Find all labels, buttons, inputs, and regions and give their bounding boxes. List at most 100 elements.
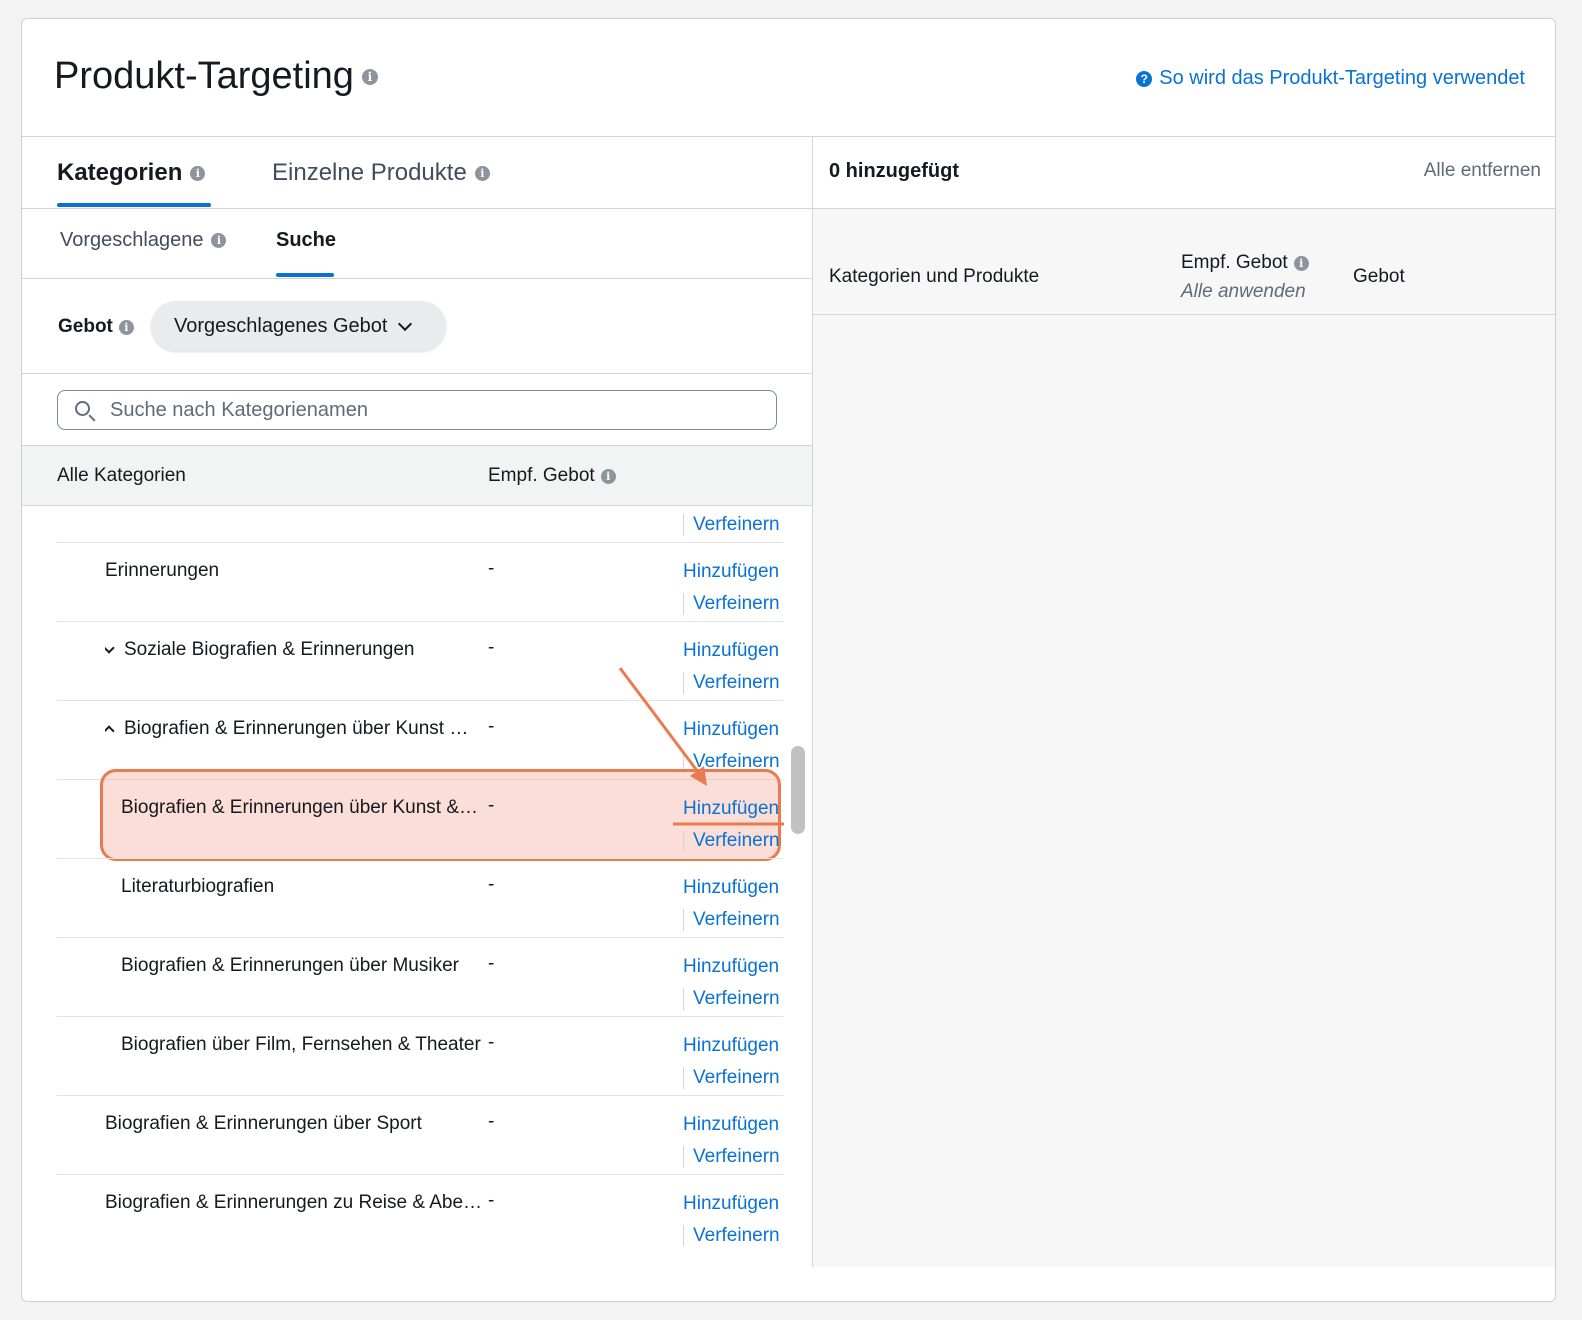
tab-individual-products[interactable]: Einzelne Produkte i [272,157,490,189]
category-name: Erinnerungen [105,560,220,581]
info-icon[interactable]: i [361,68,378,85]
add-link[interactable]: Hinzufügen [683,719,779,741]
category-list: Verfeinern Erinnerungen - Hinzufügen Ver… [22,506,812,1246]
main-tabs: Kategorien i Einzelne Produkte i [22,137,812,209]
category-bid: - [488,637,495,658]
column-suggested-bid: Empf. Gebot i [1181,252,1309,274]
help-link-text[interactable]: So wird das Produkt-Targeting verwendet [1159,67,1525,90]
chevron-down-icon[interactable] [105,641,115,654]
add-link[interactable]: Hinzufügen [683,640,779,662]
column-bid: Gebot [1353,266,1405,287]
add-link[interactable]: Hinzufügen [683,561,779,583]
table-row: Biografien & Erinnerungen zu Reise & Abe… [57,1175,783,1246]
table-row: Verfeinern [57,506,783,543]
tab-individual-products-label[interactable]: Einzelne Produkte [272,159,467,187]
info-icon[interactable]: i [600,468,616,484]
column-suggested-bid: Empf. Gebot i [488,465,616,487]
right-pane: 0 hinzugefügt Alle entfernen Kategorien … [813,137,1555,1267]
added-column-header: Kategorien und Produkte Empf. Gebot i Al… [813,209,1555,315]
add-link[interactable]: Hinzufügen [683,1035,779,1057]
subtab-active-indicator [276,273,334,277]
refine-link[interactable]: Verfeinern [683,830,780,852]
tab-categories[interactable]: Kategorien i [57,157,206,189]
info-icon[interactable]: i [190,165,206,181]
refine-link[interactable]: Verfeinern [683,1225,780,1246]
add-link[interactable]: Hinzufügen [683,877,779,899]
category-name: Literaturbiografien [121,876,275,897]
refine-link[interactable]: Verfeinern [683,1146,780,1168]
info-icon[interactable]: i [1293,255,1309,271]
product-targeting-panel: Produkt-Targeting i ? So wird das Produk… [21,18,1556,1302]
category-name[interactable]: Soziale Biografien & Erinnerungen [105,639,485,661]
add-link[interactable]: Hinzufügen [683,798,779,820]
refine-link[interactable]: Verfeinern [683,593,780,615]
category-bid: - [488,558,495,579]
table-row: Biografien & Erinnerungen über Sport - H… [57,1096,783,1175]
search-placeholder: Suche nach Kategorienamen [110,399,368,421]
table-row: Biografien & Erinnerungen über Musiker -… [57,938,783,1017]
add-link[interactable]: Hinzufügen [683,1114,779,1136]
page-title: Produkt-Targeting i [54,55,378,98]
left-pane: Kategorien i Einzelne Produkte i Vorgesc… [22,137,813,1267]
category-bid: - [488,1032,495,1053]
category-bid: - [488,716,495,737]
added-header: 0 hinzugefügt Alle entfernen [813,137,1555,209]
search-input[interactable]: Suche nach Kategorienamen [57,390,777,430]
refine-link[interactable]: Verfeinern [683,672,780,694]
tab-suggested[interactable]: Vorgeschlagene i [60,229,227,252]
info-icon[interactable]: i [118,319,134,335]
refine-link[interactable]: Verfeinern [683,909,780,931]
category-name-text: Soziale Biografien & Erinnerungen [124,639,415,660]
column-all-categories: Alle Kategorien [57,465,186,486]
chevron-up-icon[interactable] [105,725,115,737]
added-count: 0 hinzugefügt [829,160,959,182]
info-icon[interactable]: i [474,165,490,181]
remove-all-button[interactable]: Alle entfernen [1424,160,1541,182]
tab-search-label[interactable]: Suche [276,229,336,252]
page-title-text: Produkt-Targeting [54,55,354,97]
table-row: Erinnerungen - Hinzufügen Verfeinern [57,543,783,622]
bid-dropdown-value[interactable]: Vorgeschlagenes Gebot [174,315,388,338]
sub-tabs: Vorgeschlagene i Suche [22,209,812,279]
category-name: Biografien & Erinnerungen über Musiker [121,955,459,976]
search-row: Suche nach Kategorienamen [22,374,812,446]
table-row: Biografien & Erinnerungen über Kunst &… … [57,780,783,859]
bid-dropdown[interactable]: Vorgeschlagenes Gebot [151,301,446,351]
apply-all-link[interactable]: Alle anwenden [1181,281,1306,303]
category-name: Biografien & Erinnerungen zu Reise & Abe… [105,1192,483,1213]
table-row: Biografien über Film, Fernsehen & Theate… [57,1017,783,1096]
bid-row: Gebot i Vorgeschlagenes Gebot [22,279,812,374]
refine-link[interactable]: Verfeinern [683,988,780,1010]
tab-active-indicator [57,203,211,207]
category-bid: - [488,795,495,816]
category-name: Biografien über Film, Fernsehen & Theate… [121,1034,481,1055]
category-name[interactable]: Biografien & Erinnerungen über Kunst … [105,718,485,740]
info-icon[interactable]: i [211,233,227,248]
refine-link[interactable]: Verfeinern [683,514,780,536]
search-icon [75,401,90,416]
table-row: Soziale Biografien & Erinnerungen - Hinz… [57,622,783,701]
help-link[interactable]: ? So wird das Produkt-Targeting verwende… [1136,67,1525,90]
category-bid: - [488,953,495,974]
refine-link[interactable]: Verfeinern [683,1067,780,1089]
category-bid: - [488,874,495,895]
chevron-down-icon [397,316,412,331]
column-suggested-bid-label: Empf. Gebot [1181,252,1288,273]
add-link[interactable]: Hinzufügen [683,1193,779,1215]
add-link[interactable]: Hinzufügen [683,956,779,978]
column-categories-products: Kategorien und Produkte [829,266,1040,287]
column-suggested-bid-label: Empf. Gebot [488,465,595,486]
category-bid: - [488,1111,495,1132]
bid-label: Gebot i [58,316,134,338]
category-name-text: Biografien & Erinnerungen über Kunst … [124,718,469,739]
tab-search[interactable]: Suche [276,229,336,252]
scrollbar[interactable] [791,746,805,834]
column-header: Alle Kategorien Empf. Gebot i [22,446,812,506]
table-row: Literaturbiografien - Hinzufügen Verfein… [57,859,783,938]
question-icon: ? [1136,70,1153,87]
bid-label-text: Gebot [58,316,113,337]
tab-categories-label[interactable]: Kategorien [57,159,182,187]
panel-header: Produkt-Targeting i ? So wird das Produk… [22,19,1555,137]
tab-suggested-label[interactable]: Vorgeschlagene [60,229,203,252]
category-name: Biografien & Erinnerungen über Kunst &… [121,797,478,818]
